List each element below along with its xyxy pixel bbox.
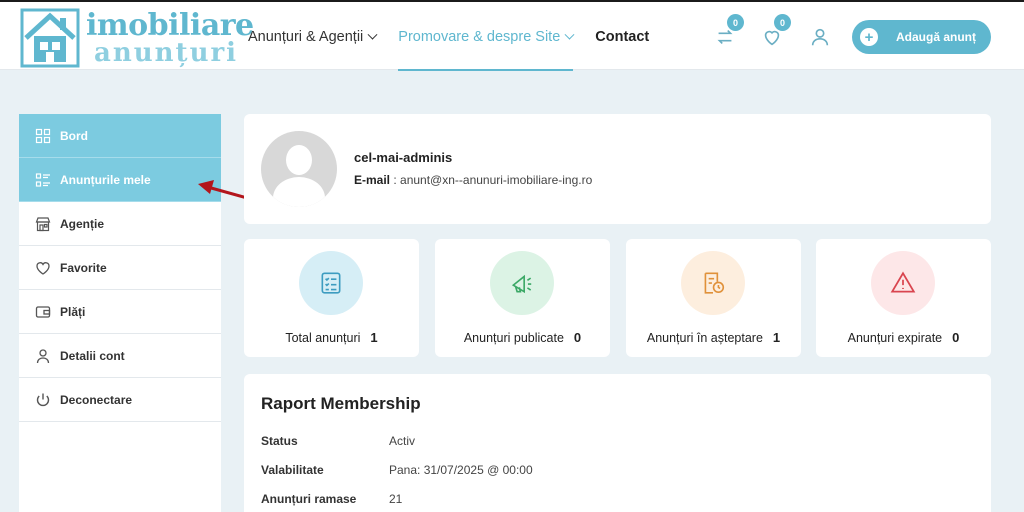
warning-icon bbox=[890, 271, 916, 293]
list-icon bbox=[35, 172, 50, 187]
add-listing-label: Adaugă anunț bbox=[896, 30, 976, 44]
profile-username: cel-mai-adminis bbox=[354, 150, 453, 165]
report-key: Anunțuri ramase bbox=[261, 492, 357, 506]
nav-anunturi-agentii[interactable]: Anunțuri & Agenții bbox=[248, 3, 378, 71]
heart-icon bbox=[36, 261, 50, 275]
report-row: Status Activ bbox=[261, 434, 415, 448]
nav-promovare[interactable]: Promovare & despre Site bbox=[398, 3, 575, 71]
add-listing-button[interactable]: + Adaugă anunț bbox=[852, 20, 991, 54]
nav-contact[interactable]: Contact bbox=[595, 3, 649, 71]
checklist-icon bbox=[321, 272, 341, 294]
profile-card: cel-mai-adminis E-mail : anunt@xn--anunu… bbox=[244, 114, 991, 224]
store-icon bbox=[35, 216, 51, 231]
sidebar-item-detalii-cont[interactable]: Detalii cont bbox=[19, 334, 221, 378]
stat-label: Anunțuri în așteptare 1 bbox=[626, 330, 801, 345]
profile-email: E-mail : anunt@xn--anunuri-imobiliare-in… bbox=[354, 173, 592, 187]
account-button[interactable] bbox=[809, 26, 831, 48]
chevron-down-icon bbox=[367, 29, 378, 40]
avatar-body bbox=[273, 177, 325, 207]
nav-label: Promovare & despre Site bbox=[398, 29, 561, 45]
report-row: Anunțuri ramase 21 bbox=[261, 492, 402, 506]
favorites-count-badge: 0 bbox=[774, 14, 791, 31]
stat-label-text: Anunțuri publicate bbox=[463, 331, 564, 345]
sidebar-item-label: Agenție bbox=[60, 216, 105, 231]
report-value: Activ bbox=[389, 434, 416, 448]
sidebar-item-plati[interactable]: Plăți bbox=[19, 290, 221, 334]
stat-value: 1 bbox=[370, 330, 378, 345]
stat-label: Anunțuri publicate 0 bbox=[435, 330, 610, 345]
membership-report-card: Raport Membership Status Activ Valabilita… bbox=[244, 374, 991, 512]
stat-value: 1 bbox=[772, 330, 781, 345]
user-icon bbox=[36, 348, 50, 363]
pending-icon bbox=[704, 272, 725, 294]
email-label: E-mail bbox=[354, 173, 391, 187]
report-key: Status bbox=[261, 434, 298, 448]
stat-icon-circle bbox=[681, 251, 745, 315]
compare-count-badge: 0 bbox=[727, 14, 744, 31]
stat-card-total[interactable]: Total anunțuri 1 bbox=[244, 239, 419, 357]
stat-icon-circle bbox=[299, 251, 363, 315]
stat-label-text: Total anunțuri bbox=[285, 331, 361, 345]
megaphone-icon bbox=[511, 274, 532, 294]
avatar-head bbox=[286, 145, 312, 175]
stat-card-pending[interactable]: Anunțuri în așteptare 1 bbox=[626, 239, 801, 357]
site-logo[interactable]: imobiliare anunțuri bbox=[20, 8, 254, 68]
sidebar-item-label: Plăți bbox=[60, 304, 86, 319]
stat-card-expired[interactable]: Anunțuri expirate 0 bbox=[816, 239, 991, 357]
user-icon bbox=[811, 28, 829, 46]
avatar[interactable] bbox=[261, 131, 337, 207]
email-value: : anunt@xn--anunuri-imobiliare-ing.ro bbox=[390, 173, 593, 187]
stat-label: Total anunțuri 1 bbox=[244, 330, 419, 345]
stat-icon-circle bbox=[490, 251, 554, 315]
report-title: Raport Membership bbox=[261, 394, 421, 413]
sidebar-item-deconectare[interactable]: Deconectare bbox=[19, 378, 221, 422]
stat-value: 0 bbox=[573, 330, 582, 345]
sidebar-item-label: Deconectare bbox=[60, 392, 133, 407]
stat-card-published[interactable]: Anunțuri publicate 0 bbox=[435, 239, 610, 357]
power-icon bbox=[36, 393, 50, 406]
wallet-icon bbox=[35, 305, 51, 318]
sidebar-item-bord[interactable]: Bord bbox=[19, 114, 221, 158]
report-value: Pana: 31/07/2025 @ 00:00 bbox=[389, 463, 533, 477]
compare-button[interactable]: 0 bbox=[714, 14, 744, 48]
favorites-button[interactable]: 0 bbox=[761, 14, 791, 48]
stat-icon-circle bbox=[871, 251, 935, 315]
report-key: Valabilitate bbox=[261, 463, 324, 477]
sidebar-item-label: Detalii cont bbox=[60, 348, 125, 363]
house-logo-icon bbox=[20, 8, 80, 68]
nav-label: Anunțuri & Agenții bbox=[248, 29, 364, 45]
stat-label-text: Anunțuri expirate bbox=[847, 331, 943, 345]
stat-value: 0 bbox=[952, 330, 960, 345]
report-value: 21 bbox=[389, 492, 403, 506]
sidebar-item-favorite[interactable]: Favorite bbox=[19, 246, 221, 290]
stat-label-text: Anunțuri în așteptare bbox=[646, 331, 763, 345]
nav-label: Contact bbox=[595, 29, 650, 45]
dashboard-icon bbox=[35, 128, 51, 143]
site-header: imobiliare anunțuri Anunțuri & Agenții P… bbox=[0, 0, 1024, 72]
stat-label: Anunțuri expirate 0 bbox=[816, 330, 991, 345]
plus-icon: + bbox=[860, 28, 878, 46]
logo-text-bottom: anunțuri bbox=[94, 38, 239, 68]
report-row: Valabilitate Pana: 31/07/2025 @ 00:00 bbox=[261, 463, 533, 477]
sidebar-item-label: Anunțurile mele bbox=[60, 172, 151, 187]
sidebar-item-label: Favorite bbox=[60, 260, 107, 275]
main-nav: Anunțuri & Agenții Promovare & despre Si… bbox=[248, 2, 671, 72]
sidebar-item-label: Bord bbox=[60, 128, 88, 143]
chevron-down-icon bbox=[564, 29, 575, 40]
